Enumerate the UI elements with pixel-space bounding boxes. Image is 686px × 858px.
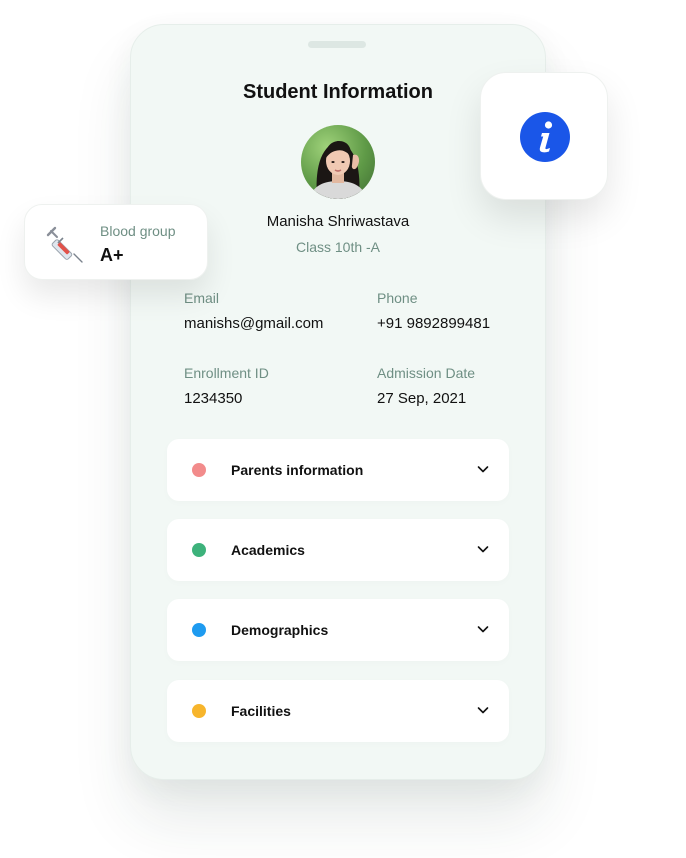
section-dot-icon	[192, 463, 206, 477]
phone-label: Phone	[377, 290, 418, 306]
section-dot-icon	[192, 543, 206, 557]
chevron-down-icon[interactable]	[475, 702, 491, 718]
section-dot-icon	[192, 623, 206, 637]
section-dot-icon	[192, 704, 206, 718]
email-label: Email	[184, 290, 220, 306]
enrollment-id-label: Enrollment ID	[184, 365, 269, 381]
accordion-academics[interactable]: Academics	[167, 519, 509, 581]
admission-date-value: 27 Sep, 2021	[377, 390, 467, 407]
accordion-label: Demographics	[231, 622, 329, 638]
accordion-label: Academics	[231, 542, 305, 558]
accordion-label: Parents information	[231, 462, 364, 478]
blood-group-label: Blood group	[100, 223, 176, 239]
admission-date-label: Admission Date	[377, 365, 476, 381]
accordion-label: Facilities	[231, 703, 291, 719]
email-value[interactable]: manishs@gmail.com	[184, 315, 323, 332]
phone-notch	[308, 41, 366, 48]
chevron-down-icon[interactable]	[475, 461, 491, 477]
info-icon	[520, 112, 570, 162]
accordion-facilities[interactable]: Facilities	[167, 680, 509, 742]
enrollment-id-value: 1234350	[184, 390, 243, 407]
avatar-portrait	[309, 141, 367, 199]
chevron-down-icon[interactable]	[475, 541, 491, 557]
info-card[interactable]	[480, 72, 608, 200]
blood-group-card: Blood group A+	[24, 204, 208, 280]
phone-value[interactable]: +91 9892899481	[377, 315, 490, 332]
accordion-demographics[interactable]: Demographics	[167, 599, 509, 661]
accordion-parents-information[interactable]: Parents information	[167, 439, 509, 501]
avatar	[301, 125, 375, 199]
syringe-icon	[46, 226, 83, 263]
blood-group-value: A+	[100, 245, 124, 265]
chevron-down-icon[interactable]	[475, 621, 491, 637]
